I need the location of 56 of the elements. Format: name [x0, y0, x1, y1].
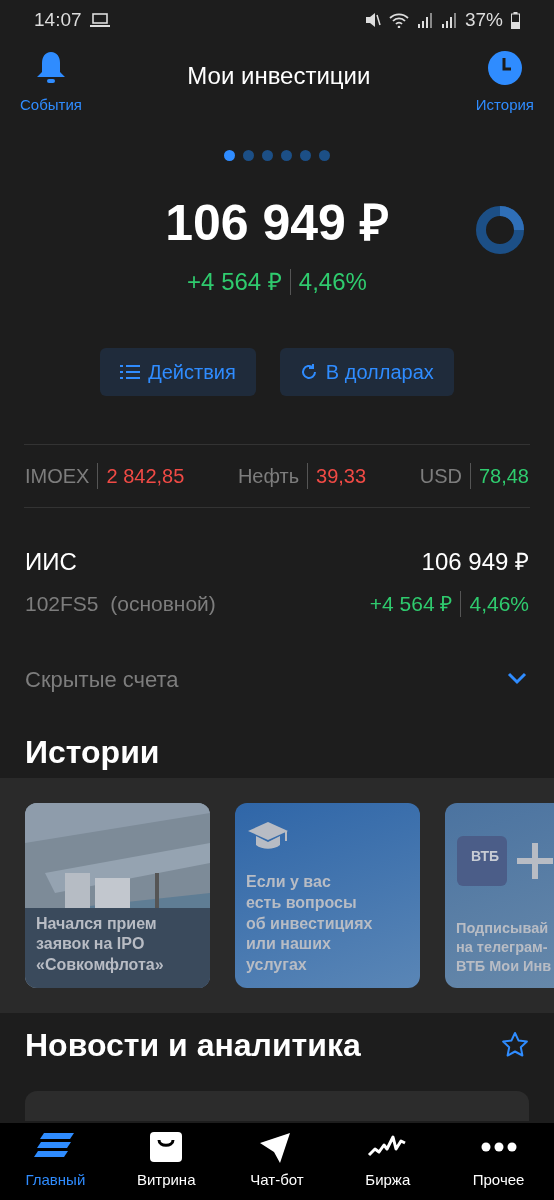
account-change-percent: 4,46% — [469, 591, 529, 617]
battery-percent: 37% — [464, 7, 503, 32]
screen-title: Мои инвестиции — [187, 61, 371, 91]
ticker-value: 2 842,85 — [106, 464, 185, 489]
page-dot[interactable] — [262, 150, 273, 161]
section-title: Новости и аналитика — [25, 1026, 361, 1065]
tab-bar-item[interactable]: Витрина — [111, 1131, 222, 1200]
status-time: 14:07 — [34, 7, 82, 32]
star-icon[interactable] — [501, 1031, 529, 1059]
action-button[interactable]: Действия — [100, 348, 256, 396]
clock-icon[interactable] — [486, 50, 523, 86]
tab-bar-item[interactable]: Прочее — [443, 1131, 554, 1200]
account-number: 102FS5 (основной) — [25, 591, 216, 617]
ticker-name: Нефть — [237, 464, 300, 489]
signal-icon — [416, 12, 433, 28]
story-text: Подписывай на телеграм- ВТБ Мои Инв — [456, 919, 553, 976]
page-dot[interactable] — [300, 150, 311, 161]
list-icon — [120, 364, 141, 380]
laptop-icon — [89, 13, 110, 27]
story-card[interactable]: Начался прием заявок на IPO «Совкомфлота» — [25, 803, 210, 988]
hidden-accounts-label[interactable]: Скрытые счета — [25, 663, 179, 696]
events-label[interactable]: События — [20, 94, 82, 117]
page-dot[interactable] — [319, 150, 330, 161]
ticker-value: 78,48 — [478, 464, 529, 489]
portfolio-change-percent: 4,46% — [298, 267, 367, 297]
ticker-name: IMOEX — [25, 464, 90, 489]
tab-bar-item[interactable]: Чат-бот — [222, 1131, 332, 1200]
tab-bar-item[interactable]: Главный — [0, 1131, 111, 1200]
mute-icon — [364, 12, 381, 28]
battery-icon — [511, 11, 520, 29]
history-label[interactable]: История — [475, 94, 534, 117]
portfolio-total: 106 949 ₽ — [165, 198, 389, 248]
account-total: 106 949 ₽ — [421, 547, 529, 577]
ticker-name: USD — [419, 464, 462, 489]
graduation-cap-icon — [247, 821, 289, 851]
tab-bar-item[interactable]: Биржа — [332, 1131, 443, 1200]
signal-icon — [440, 12, 457, 28]
section-title: Истории — [24, 733, 161, 772]
story-card[interactable]: ВТБ Подписывай на телеграм- ВТБ Мои Инв — [445, 803, 554, 988]
action-button[interactable]: В долларах — [279, 348, 454, 396]
donut-chart-icon[interactable] — [474, 204, 526, 256]
portfolio-change: +4 564 ₽ — [187, 267, 282, 297]
plus-icon — [517, 843, 553, 879]
page-dot[interactable] — [243, 150, 254, 161]
wifi-icon — [388, 12, 409, 28]
chevron-icon[interactable] — [507, 671, 527, 685]
account-change: +4 564 ₽ — [369, 591, 453, 617]
page-dot[interactable] — [281, 150, 292, 161]
story-card[interactable]: Если у вас есть вопросы об инвестициях или наших услугах — [235, 803, 420, 988]
page-dot[interactable] — [224, 150, 235, 161]
story-text: Если у вас есть вопросы об инвестициях или наших услугах — [246, 872, 374, 976]
ticker-value: 39,33 — [316, 464, 367, 489]
logo-text: ВТБ — [470, 846, 500, 866]
account-name[interactable]: ИИС — [25, 544, 77, 580]
refresh-icon — [299, 363, 318, 381]
story-text: Начался прием заявок на IPO «Совкомфлота» — [36, 913, 165, 976]
